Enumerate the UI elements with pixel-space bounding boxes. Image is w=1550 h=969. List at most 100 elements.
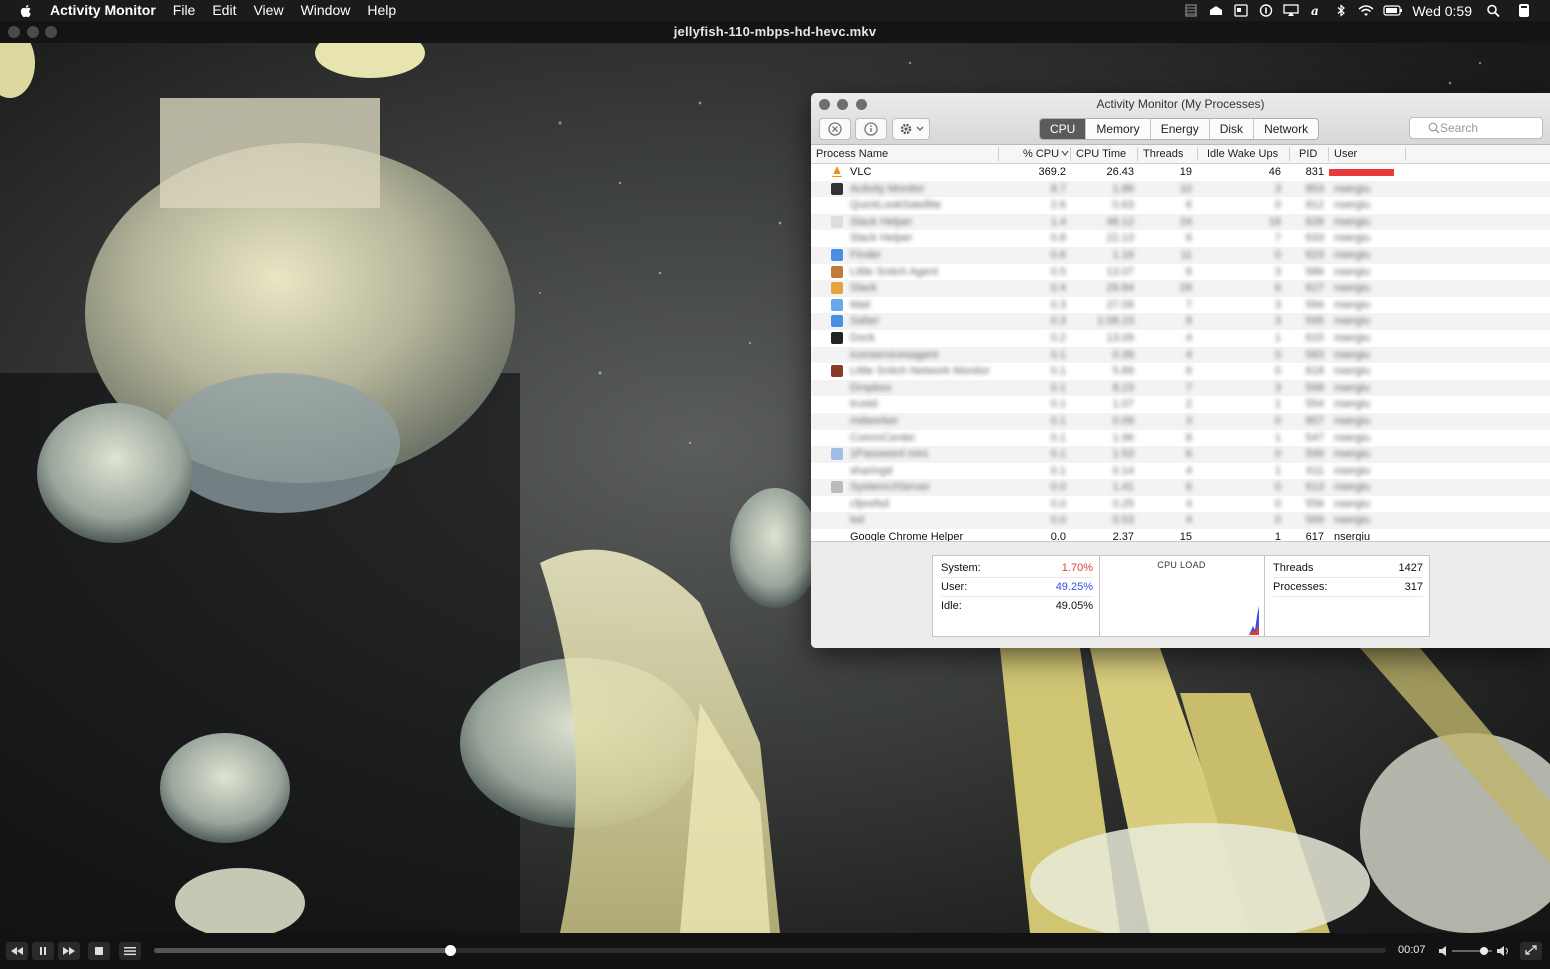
process-cpu: 8.7: [1050, 182, 1066, 195]
process-time: 1.86: [1112, 182, 1134, 195]
volume-up-icon[interactable]: [1496, 944, 1510, 958]
notification-center-icon[interactable]: [1516, 4, 1532, 17]
col-pid[interactable]: PID: [1299, 148, 1317, 160]
bluetooth-icon[interactable]: [1333, 4, 1349, 17]
process-user: nsergiu: [1334, 448, 1371, 461]
table-row[interactable]: Little Snitch Network Monitor 0.1 5.89 6 0 61…: [811, 363, 1550, 380]
process-cpu: 0.5: [1050, 265, 1066, 278]
zoom-window-button[interactable]: [45, 26, 57, 38]
col-idle-wake-ups[interactable]: Idle Wake Ups: [1207, 148, 1278, 160]
process-icon: [831, 448, 843, 461]
table-row[interactable]: Safari 0.3 1:08.23 8 3 595 nsergiu: [811, 313, 1550, 330]
table-row[interactable]: Finder 0.6 1.16 11 0 623 nsergiu: [811, 246, 1550, 264]
cloud-status-icon[interactable]: [1208, 4, 1224, 17]
quit-process-button[interactable]: [819, 118, 851, 140]
table-row[interactable]: QuickLookSatellite 2.6 0.63 6 0 812 nsergiu: [811, 197, 1550, 214]
tab-energy[interactable]: Energy: [1151, 119, 1210, 139]
onepassword-status-icon[interactable]: [1258, 4, 1274, 17]
column-divider[interactable]: [998, 147, 999, 161]
search-input[interactable]: Search: [1409, 117, 1543, 139]
col-threads[interactable]: Threads: [1143, 148, 1183, 160]
spotlight-search-icon[interactable]: [1486, 4, 1502, 17]
process-user: nsergiu: [1334, 414, 1371, 427]
stop-button[interactable]: [88, 942, 110, 960]
inspect-process-button[interactable]: [855, 118, 887, 140]
tab-network[interactable]: Network: [1254, 119, 1318, 139]
menu-view[interactable]: View: [253, 0, 283, 21]
column-divider[interactable]: [1328, 147, 1329, 161]
playlist-button[interactable]: [119, 942, 141, 960]
table-row[interactable]: cfprefsd 0.0 0.25 4 0 556 nsergiu: [811, 496, 1550, 513]
col-cpu[interactable]: % CPU: [1023, 148, 1069, 160]
menu-help[interactable]: Help: [367, 0, 396, 21]
menubar-clock[interactable]: Wed 0:59: [1412, 3, 1472, 19]
tab-disk[interactable]: Disk: [1210, 119, 1255, 139]
apple-menu-icon[interactable]: [18, 3, 34, 19]
memory-status-icon[interactable]: [1183, 4, 1199, 17]
process-time: 1.07: [1112, 398, 1134, 411]
table-row[interactable]: sharingd 0.1 0.14 4 1 611 nsergiu: [811, 463, 1550, 480]
process-threads: 6: [1185, 232, 1192, 245]
seek-bar[interactable]: [154, 945, 1386, 956]
process-pid: 812: [1305, 199, 1324, 212]
process-time: 13.09: [1106, 331, 1134, 344]
table-row[interactable]: 1Password mini 0.1 1.53 6 0 599 nsergiu: [811, 446, 1550, 463]
alfred-status-icon[interactable]: a: [1308, 4, 1324, 17]
process-threads: 11: [1180, 248, 1192, 261]
minimize-window-button[interactable]: [27, 26, 39, 38]
process-pid: 595: [1305, 315, 1324, 328]
fullscreen-button[interactable]: [1520, 942, 1542, 960]
column-divider[interactable]: [1405, 147, 1406, 161]
process-wakeups: 0: [1274, 414, 1281, 427]
process-pid: 633: [1305, 232, 1324, 245]
menu-app-name[interactable]: Activity Monitor: [50, 0, 156, 21]
table-row[interactable]: Little Snitch Agent 0.5 13.07 6 3 586 nsergiu: [811, 264, 1550, 281]
pause-button[interactable]: [32, 942, 54, 960]
table-row[interactable]: lsd 0.0 0.53 4 0 569 nsergiu: [811, 512, 1550, 530]
table-row[interactable]: VLC 369.2 26.43 19 46 831: [811, 164, 1550, 181]
col-process-name[interactable]: Process Name: [816, 148, 888, 160]
menu-window[interactable]: Window: [301, 0, 351, 21]
table-row[interactable]: Slack 0.4 29.84 29 6 627 nsergiu: [811, 280, 1550, 297]
table-row[interactable]: Slack Helper 1.4 48.12 24 16 628 nsergiu: [811, 213, 1550, 231]
process-pid: 627: [1305, 282, 1324, 295]
volume-slider[interactable]: [1452, 947, 1492, 955]
table-row[interactable]: mdworker 0.1 0.09 3 0 857 nsergiu: [811, 412, 1550, 430]
volume-mute-icon[interactable]: [1437, 944, 1449, 958]
table-row[interactable]: trustd 0.1 1.07 2 1 554 nsergiu: [811, 396, 1550, 413]
process-threads: 8: [1185, 431, 1192, 444]
column-divider[interactable]: [1137, 147, 1138, 161]
column-divider[interactable]: [1070, 147, 1071, 161]
table-row[interactable]: iconservicesagent 0.1 0.39 4 0 583 nsergiu: [811, 346, 1550, 364]
col-cpu-time[interactable]: CPU Time: [1076, 148, 1126, 160]
battery-icon[interactable]: [1383, 4, 1403, 17]
table-row[interactable]: Activity Monitor 8.7 1.86 10 3 853 nsergiu: [811, 180, 1550, 198]
process-wakeups: 3: [1274, 315, 1281, 328]
table-row[interactable]: Mail 0.3 27.09 7 3 594 nsergiu: [811, 297, 1550, 314]
action-menu-button[interactable]: [892, 118, 930, 140]
menu-file[interactable]: File: [173, 0, 196, 21]
wifi-icon[interactable]: [1358, 4, 1374, 17]
menu-edit[interactable]: Edit: [212, 0, 236, 21]
table-row[interactable]: CommCenter 0.1 1.96 8 1 547 nsergiu: [811, 430, 1550, 447]
calendar-status-icon[interactable]: [1233, 4, 1249, 17]
process-time: 48.12: [1106, 215, 1134, 228]
seek-bar-handle[interactable]: [444, 945, 456, 956]
rewind-button[interactable]: [6, 942, 28, 960]
column-divider[interactable]: [1197, 147, 1198, 161]
fast-forward-button[interactable]: [58, 942, 80, 960]
process-threads: 7: [1185, 298, 1192, 311]
table-row[interactable]: Slack Helper 0.8 22.13 6 7 633 nsergiu: [811, 230, 1550, 247]
close-window-button[interactable]: [8, 26, 20, 38]
column-divider[interactable]: [1289, 147, 1290, 161]
airplay-status-icon[interactable]: [1283, 4, 1299, 17]
table-row[interactable]: Dropbox 0.1 8.23 7 3 598 nsergiu: [811, 379, 1550, 397]
process-pid: 598: [1305, 381, 1324, 394]
table-row[interactable]: Dock 0.2 13.09 4 1 615 nsergiu: [811, 330, 1550, 347]
tab-memory[interactable]: Memory: [1086, 119, 1151, 139]
tab-cpu[interactable]: CPU: [1040, 119, 1087, 139]
process-wakeups: 7: [1274, 232, 1281, 245]
volume-slider-handle[interactable]: [1480, 947, 1488, 955]
col-user[interactable]: User: [1334, 148, 1357, 160]
table-row[interactable]: SystemUIServer 0.0 1.41 6 0 613 nsergiu: [811, 479, 1550, 496]
